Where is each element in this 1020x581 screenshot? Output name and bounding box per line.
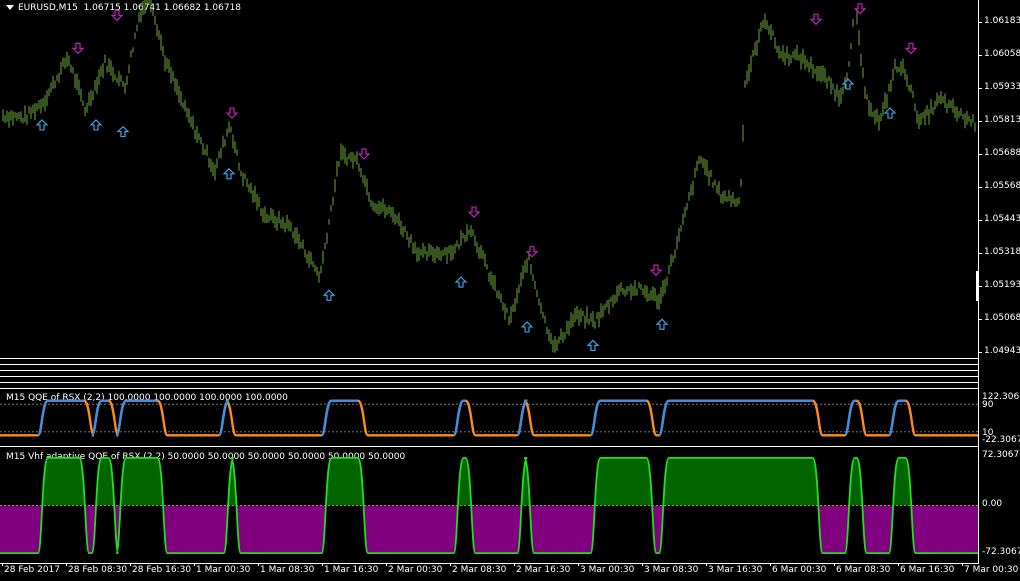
time-tick-label: 2 Mar 00:30 [388, 565, 443, 575]
time-tick-label: 6 Mar 00:30 [772, 565, 827, 575]
qqe-blue-line [320, 399, 358, 437]
pane-separator[interactable] [0, 388, 978, 389]
pane-separator[interactable] [0, 382, 978, 383]
qqe-orange-line [0, 399, 978, 437]
buy-arrow-icon [454, 276, 468, 288]
price-tick-label: 1.05933 [984, 82, 1020, 92]
price-tick-label: 1.06183 [984, 16, 1020, 26]
qqe-blue-line [887, 399, 906, 437]
time-tick-label: 6 Mar 16:30 [900, 565, 955, 575]
time-tick-mark [514, 563, 515, 566]
qqe-blue-line [657, 399, 813, 437]
buy-arrow-icon [520, 321, 534, 333]
time-tick-mark [578, 563, 579, 566]
time-tick-label: 3 Mar 16:30 [708, 565, 763, 575]
time-tick-mark [642, 563, 643, 566]
time-tick-mark [322, 563, 323, 566]
time-tick-label: 28 Feb 08:30 [68, 565, 128, 575]
buy-arrow-icon [222, 167, 236, 180]
qqe-blue-line [452, 399, 466, 437]
qqe-blue-line [36, 399, 85, 437]
price-tick-label: 1.05688 [984, 148, 1020, 158]
time-tick-mark [706, 563, 707, 566]
pane-separator[interactable] [0, 376, 978, 377]
time-tick-mark [194, 563, 195, 566]
pane-separator[interactable] [0, 364, 978, 365]
time-tick-mark [66, 563, 67, 566]
sell-arrow-icon [649, 264, 663, 277]
time-tick-mark [834, 563, 835, 566]
sell-arrow-icon [71, 42, 85, 55]
sell-arrow-icon [357, 148, 371, 160]
time-tick-mark [898, 563, 899, 566]
buy-arrow-icon [322, 289, 336, 301]
time-tick-label: 28 Feb 16:30 [132, 565, 192, 575]
vhf-scale-top: 72.3067 [982, 450, 1020, 460]
buy-arrow-icon [883, 107, 897, 119]
sell-arrow-icon [809, 13, 823, 26]
qqe-lines [0, 399, 978, 437]
buy-arrow-icon [35, 119, 49, 131]
buy-arrow-icon [89, 119, 103, 131]
time-tick-mark [2, 563, 3, 566]
price-tick-label: 1.05568 [984, 181, 1020, 191]
time-tick-label: 3 Mar 00:30 [580, 565, 635, 575]
buy-arrow-icon [116, 125, 130, 138]
qqe-blue-line [217, 399, 230, 437]
price-tick-label: 1.06058 [984, 49, 1020, 59]
time-tick-label: 7 Mar 00:30 [964, 565, 1019, 575]
time-tick-label: 1 Mar 00:30 [196, 565, 251, 575]
vhf-histogram [0, 457, 978, 554]
qqe-blue-line [843, 399, 857, 437]
vhf-level-mid: 0.00 [982, 499, 1003, 509]
price-tick-label: 1.05068 [984, 313, 1020, 323]
sell-arrow-icon [225, 107, 239, 119]
time-tick-mark [258, 563, 259, 566]
time-axis-line [0, 563, 979, 564]
time-tick-mark [386, 563, 387, 566]
price-chart-pane[interactable]: EURUSD,M15 1.06715 1.06741 1.06682 1.067… [0, 0, 978, 358]
qqe-blue-line [516, 399, 528, 437]
pane-separator[interactable] [0, 370, 978, 371]
time-tick-label: 1 Mar 16:30 [324, 565, 379, 575]
price-candles [2, 0, 976, 353]
buy-arrow-icon [586, 339, 600, 351]
price-tick-label: 1.05443 [984, 214, 1020, 224]
time-tick-mark [962, 563, 963, 566]
sell-arrow-icon [467, 206, 481, 218]
sell-arrow-icon [904, 42, 918, 55]
buy-arrow-icon [655, 318, 669, 330]
price-tick-label: 1.04943 [984, 346, 1020, 356]
time-tick-label: 1 Mar 08:30 [260, 565, 315, 575]
sell-arrow-icon [110, 9, 124, 22]
qqe-scale-bottom: -22.3067 [982, 435, 1020, 445]
vhf-scale-bottom: -72.3067 [982, 547, 1020, 557]
time-tick-label: 28 Feb 2017 [4, 565, 61, 575]
time-tick-label: 3 Mar 08:30 [644, 565, 699, 575]
qqe-indicator-pane[interactable]: M15 QQE of RSX (2,2) 100.0000 100.0000 1… [0, 391, 978, 445]
time-tick-label: 6 Mar 08:30 [836, 565, 891, 575]
price-tick-label: 1.05193 [984, 280, 1020, 290]
vhf-indicator-pane[interactable]: M15 Vhf adaptive QQE of RSX (2,2) 50.000… [0, 448, 978, 563]
price-tick-label: 1.05318 [984, 247, 1020, 257]
pane-separator[interactable] [0, 358, 978, 359]
qqe-level-hi: 90 [982, 400, 994, 410]
price-axis-line [978, 0, 979, 563]
time-tick-mark [770, 563, 771, 566]
qqe-blue-line [589, 399, 647, 437]
time-tick-mark [450, 563, 451, 566]
pane-separator[interactable] [0, 446, 978, 447]
time-tick-mark [130, 563, 131, 566]
qqe-blue-line [90, 399, 109, 437]
time-tick-label: 2 Mar 08:30 [452, 565, 507, 575]
price-tick-label: 1.05813 [984, 115, 1020, 125]
time-tick-label: 2 Mar 16:30 [516, 565, 571, 575]
qqe-blue-line [115, 399, 158, 437]
